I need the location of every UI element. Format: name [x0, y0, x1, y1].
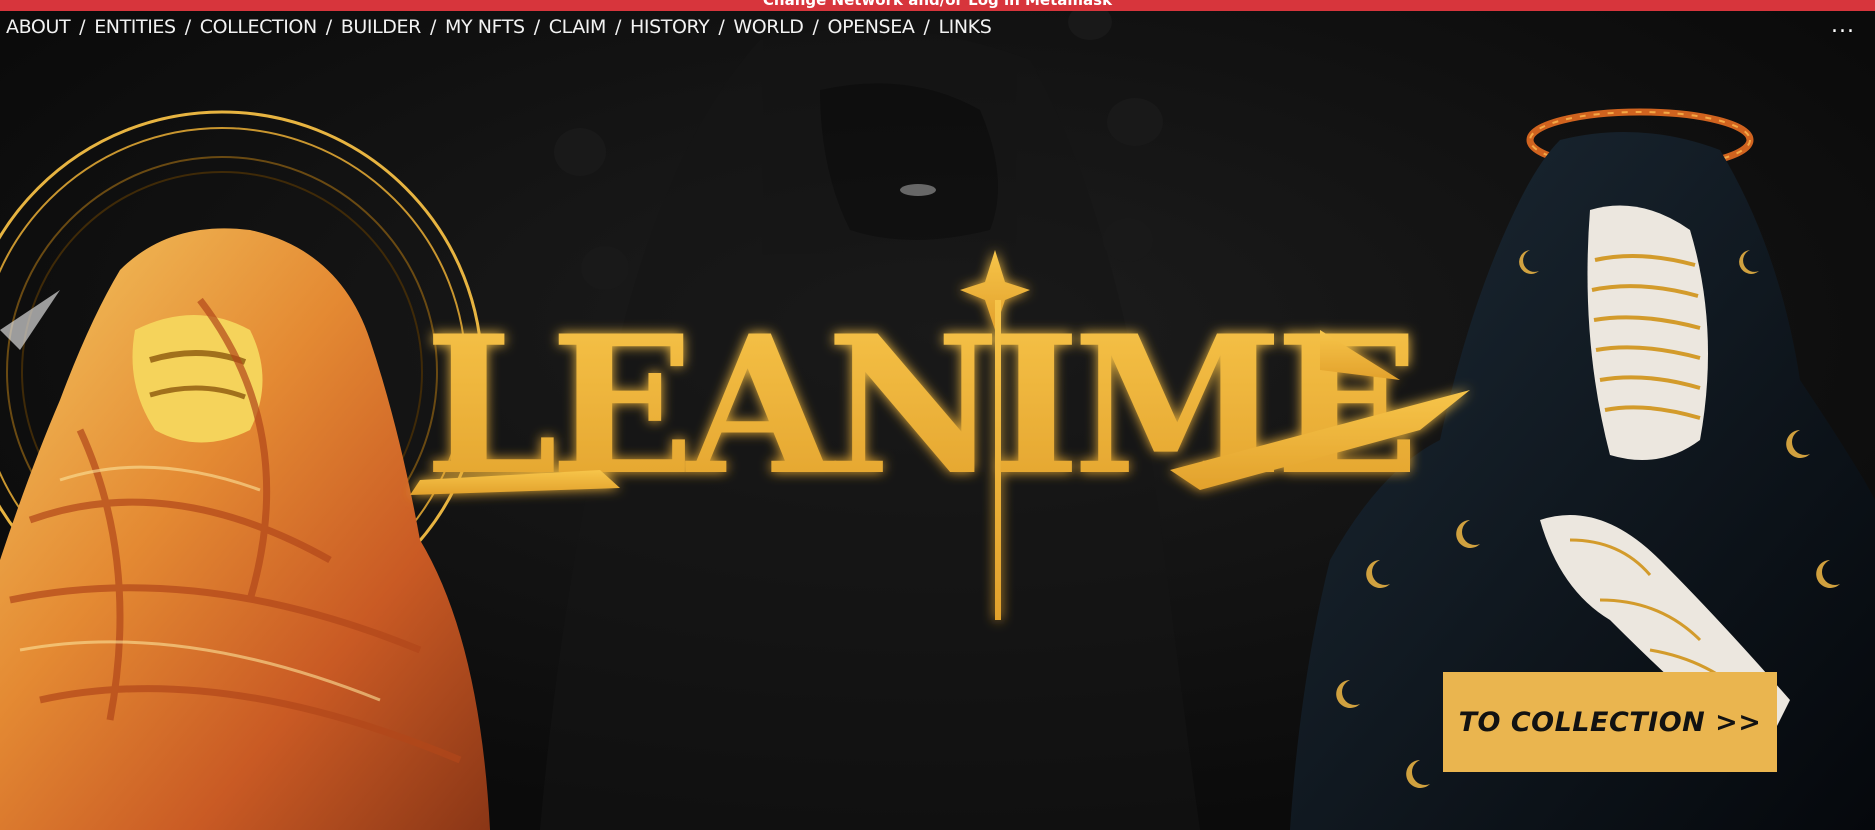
nav-separator: /: [79, 16, 86, 38]
nav-world[interactable]: WORLD: [733, 16, 804, 38]
more-menu-icon[interactable]: ...: [1831, 15, 1855, 37]
nav-separator: /: [533, 16, 540, 38]
nav-separator: /: [429, 16, 436, 38]
nav-history[interactable]: HISTORY: [630, 16, 710, 38]
nav-opensea[interactable]: OPENSEA: [828, 16, 915, 38]
network-alert-bar: Change Network and/or Log in Metamask: [0, 0, 1875, 11]
nav-separator: /: [184, 16, 191, 38]
nav-claim[interactable]: CLAIM: [549, 16, 607, 38]
to-collection-button[interactable]: TO COLLECTION >>: [1443, 672, 1777, 772]
top-nav: ABOUT / ENTITIES / COLLECTION / BUILDER …: [6, 13, 992, 41]
nav-separator: /: [923, 16, 930, 38]
nav-separator: /: [812, 16, 819, 38]
nav-builder[interactable]: BUILDER: [341, 16, 422, 38]
nav-separator: /: [325, 16, 332, 38]
nav-about[interactable]: ABOUT: [6, 16, 71, 38]
nav-entities[interactable]: ENTITIES: [94, 16, 176, 38]
nav-separator: /: [615, 16, 622, 38]
network-alert-text: Change Network and/or Log in Metamask: [762, 0, 1113, 9]
nav-collection[interactable]: COLLECTION: [200, 16, 317, 38]
nav-my-nfts[interactable]: MY NFTS: [445, 16, 525, 38]
nav-links[interactable]: LINKS: [938, 16, 991, 38]
nav-separator: /: [718, 16, 725, 38]
